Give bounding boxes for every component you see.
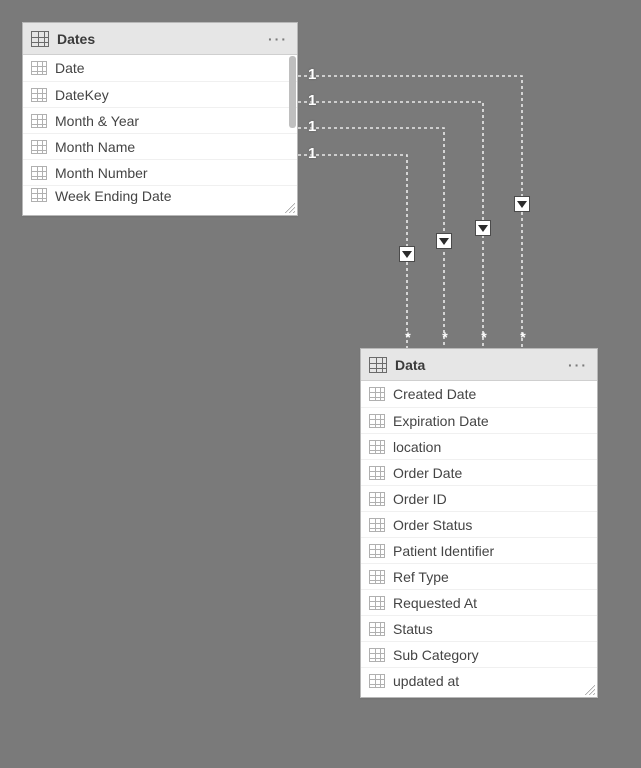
table-icon <box>369 357 387 373</box>
field-row[interactable]: Sub Category <box>361 641 597 667</box>
cardinality-many-label: * <box>438 329 452 345</box>
field-row[interactable]: Status <box>361 615 597 641</box>
field-label: location <box>393 439 441 455</box>
field-row[interactable]: Created Date <box>361 381 597 407</box>
field-label: Created Date <box>393 386 476 402</box>
more-menu-button[interactable]: ··· <box>267 31 289 47</box>
field-label: Month & Year <box>55 113 139 129</box>
field-row[interactable]: Week Ending Date <box>23 185 297 205</box>
field-label: Week Ending Date <box>55 188 171 204</box>
column-icon <box>369 544 385 558</box>
table-title: Data <box>395 357 567 373</box>
cardinality-many-label: * <box>516 329 530 345</box>
filter-direction-arrow[interactable] <box>399 246 415 262</box>
column-icon <box>31 114 47 128</box>
filter-direction-arrow[interactable] <box>475 220 491 236</box>
field-label: Ref Type <box>393 569 449 585</box>
column-icon <box>369 414 385 428</box>
more-menu-button[interactable]: ··· <box>567 357 589 373</box>
field-label: Patient Identifier <box>393 543 494 559</box>
field-label: Date <box>55 60 85 76</box>
table-field-list[interactable]: Created Date Expiration Date location Or… <box>361 381 597 698</box>
field-row[interactable]: Order ID <box>361 485 597 511</box>
table-title: Dates <box>57 31 267 47</box>
field-label: Requested At <box>393 595 477 611</box>
field-row[interactable]: Requested At <box>361 589 597 615</box>
field-row[interactable]: Ref Type <box>361 563 597 589</box>
field-label: Month Number <box>55 165 148 181</box>
field-row[interactable]: Date <box>23 55 297 81</box>
model-canvas[interactable]: 1 1 1 1 * * * * Dates ··· Date DateKey <box>0 0 641 768</box>
field-label: Order Status <box>393 517 472 533</box>
cardinality-many-label: * <box>401 329 415 345</box>
cardinality-one-label: 1 <box>308 66 316 83</box>
resize-handle[interactable] <box>585 685 595 695</box>
table-card-data[interactable]: Data ··· Created Date Expiration Date lo… <box>360 348 598 698</box>
field-row[interactable]: location <box>361 433 597 459</box>
column-icon <box>31 188 47 202</box>
table-header[interactable]: Data ··· <box>361 349 597 381</box>
field-label: Sub Category <box>393 647 479 663</box>
column-icon <box>369 466 385 480</box>
field-row[interactable]: Month Number <box>23 159 297 185</box>
field-row[interactable]: Order Date <box>361 459 597 485</box>
filter-direction-arrow[interactable] <box>436 233 452 249</box>
column-icon <box>369 387 385 401</box>
column-icon <box>369 570 385 584</box>
field-row[interactable]: updated at <box>361 667 597 693</box>
column-icon <box>31 140 47 154</box>
field-row[interactable]: Expiration Date <box>361 407 597 433</box>
cardinality-many-label: * <box>477 329 491 345</box>
column-icon <box>369 492 385 506</box>
table-card-dates[interactable]: Dates ··· Date DateKey Month & Year Mont… <box>22 22 298 216</box>
field-label: Status <box>393 621 433 637</box>
cardinality-one-label: 1 <box>308 118 316 135</box>
column-icon <box>31 61 47 75</box>
field-label: Order Date <box>393 465 462 481</box>
field-label: Order ID <box>393 491 447 507</box>
table-header[interactable]: Dates ··· <box>23 23 297 55</box>
field-label: Expiration Date <box>393 413 489 429</box>
field-label: DateKey <box>55 87 109 103</box>
column-icon <box>369 440 385 454</box>
column-icon <box>369 622 385 636</box>
table-icon <box>31 31 49 47</box>
filter-direction-arrow[interactable] <box>514 196 530 212</box>
column-icon <box>31 166 47 180</box>
column-icon <box>369 674 385 688</box>
scrollbar-thumb[interactable] <box>289 56 296 128</box>
table-field-list[interactable]: Date DateKey Month & Year Month Name Mon… <box>23 55 297 216</box>
column-icon <box>369 518 385 532</box>
cardinality-one-label: 1 <box>308 92 316 109</box>
field-row[interactable]: Month & Year <box>23 107 297 133</box>
resize-handle[interactable] <box>285 203 295 213</box>
column-icon <box>369 596 385 610</box>
field-row[interactable]: Patient Identifier <box>361 537 597 563</box>
field-label: Month Name <box>55 139 135 155</box>
column-icon <box>369 648 385 662</box>
field-row[interactable]: Order Status <box>361 511 597 537</box>
field-row[interactable]: DateKey <box>23 81 297 107</box>
field-row[interactable]: Month Name <box>23 133 297 159</box>
column-icon <box>31 88 47 102</box>
cardinality-one-label: 1 <box>308 145 316 162</box>
field-label: updated at <box>393 673 459 689</box>
